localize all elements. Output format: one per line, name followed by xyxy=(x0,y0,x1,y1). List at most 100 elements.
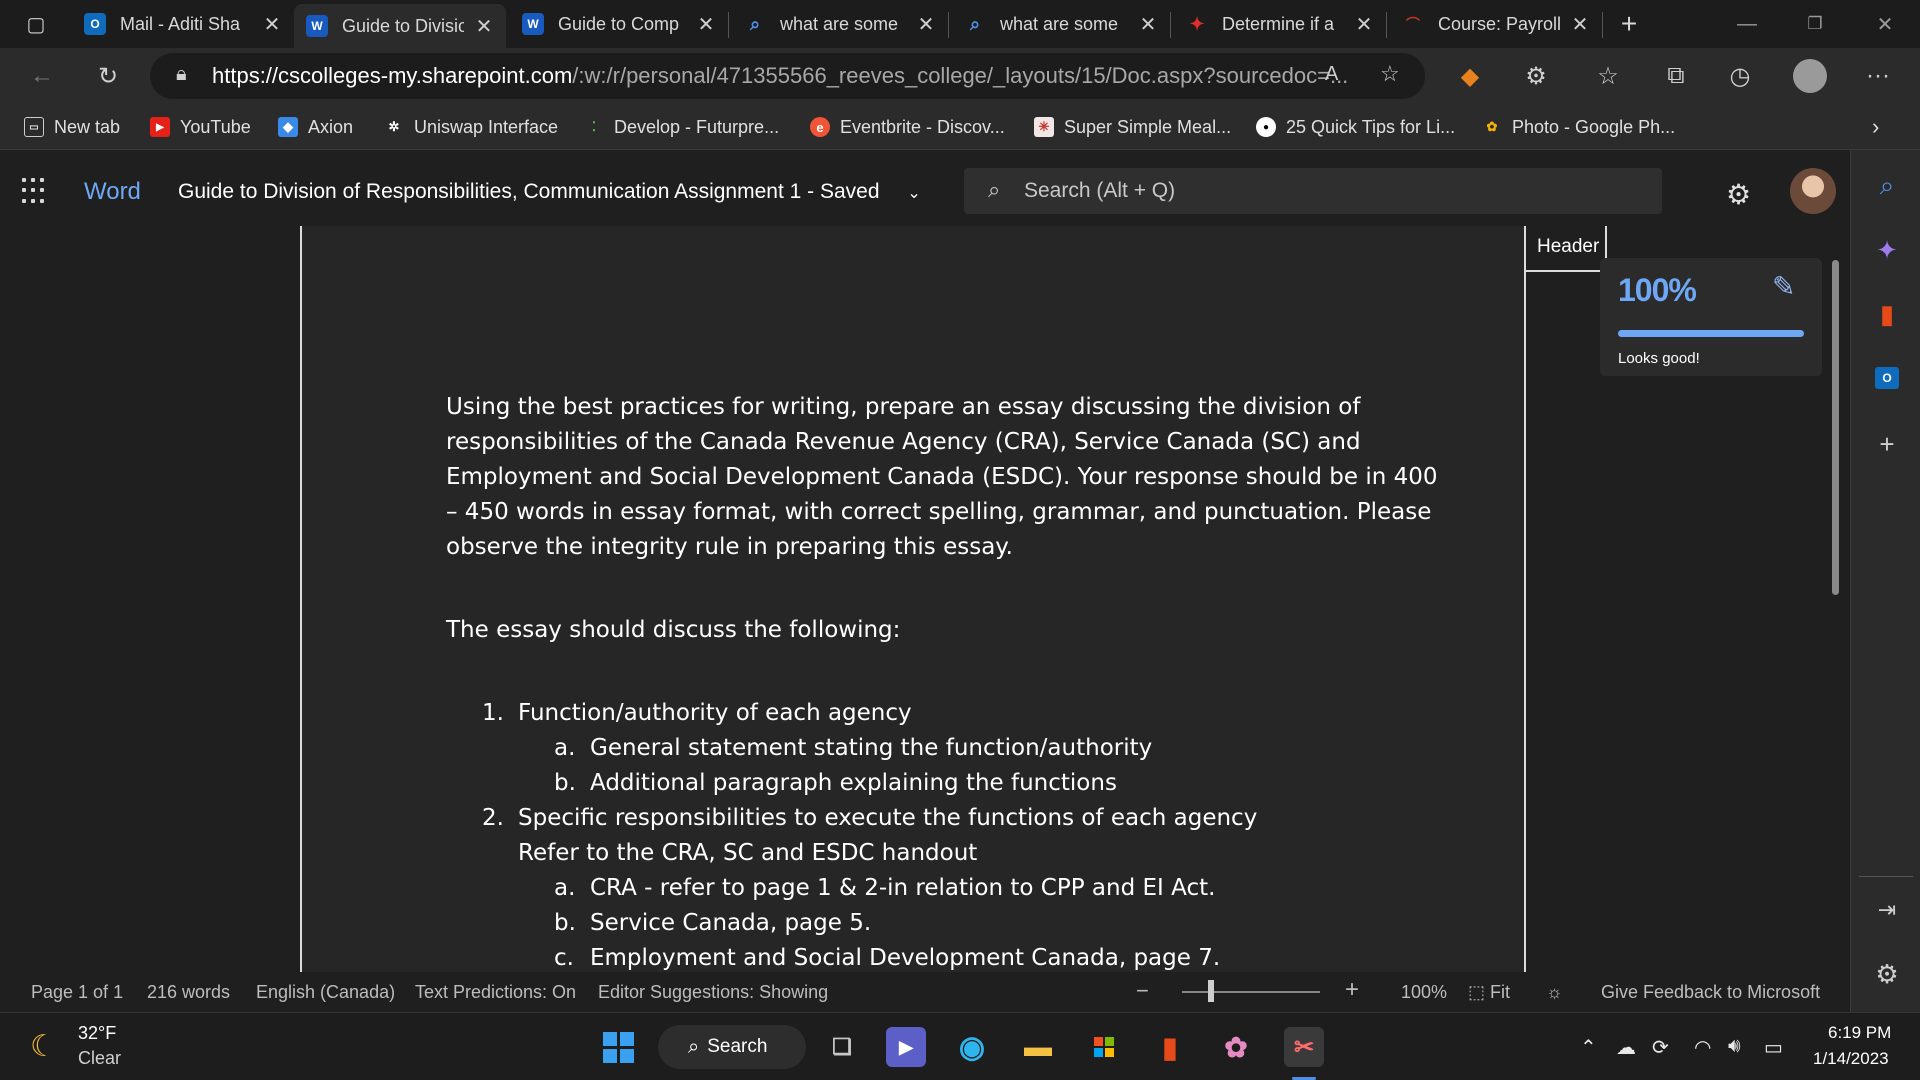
bookmark-axion[interactable]: ◆ Axion xyxy=(278,114,353,140)
close-icon[interactable]: ✕ xyxy=(696,12,716,37)
sidebar-collapse-icon[interactable]: ⇥ xyxy=(1871,894,1903,926)
browser-tab-strip: ▢ O Mail - Aditi Sha ✕ W Guide to Divisi… xyxy=(0,0,1920,48)
close-icon[interactable]: ✕ xyxy=(916,12,936,37)
page-count[interactable]: Page 1 of 1 xyxy=(31,982,123,1003)
avatar[interactable] xyxy=(1790,168,1836,214)
editor-score-card[interactable]: 100% ✎ Looks good! xyxy=(1600,258,1822,376)
back-icon[interactable]: ← xyxy=(22,58,62,94)
settings-gear-icon[interactable]: ⚙ xyxy=(1726,178,1751,211)
status-bar: Page 1 of 1 216 words English (Canada) T… xyxy=(0,972,1850,1012)
clock-date[interactable]: 1/14/2023 xyxy=(1813,1049,1889,1069)
new-tab-icon[interactable]: + xyxy=(1604,6,1654,42)
window-close-icon[interactable]: ✕ xyxy=(1860,6,1910,42)
add-favorite-icon[interactable]: ☆ xyxy=(1380,61,1400,87)
zoom-in-icon[interactable]: + xyxy=(1345,976,1359,1004)
read-aloud-icon[interactable]: A xyxy=(1325,63,1338,86)
zoom-slider-thumb[interactable] xyxy=(1208,980,1214,1002)
battery-icon[interactable]: ▭ xyxy=(1764,1035,1783,1060)
text-predictions[interactable]: Text Predictions: On xyxy=(415,982,576,1003)
close-icon[interactable]: ✕ xyxy=(1570,12,1590,37)
close-icon[interactable]: ✕ xyxy=(1138,12,1158,37)
moon-icon[interactable]: ☾ xyxy=(30,1029,57,1064)
more-icon[interactable]: ··· xyxy=(1858,58,1898,94)
fit-button[interactable]: ⬚ Fit xyxy=(1468,982,1510,1003)
extensions-icon[interactable]: ⚙ xyxy=(1516,58,1556,94)
zoom-out-icon[interactable]: − xyxy=(1136,978,1149,1004)
close-icon[interactable]: ✕ xyxy=(474,14,494,39)
store-icon[interactable] xyxy=(1084,1027,1124,1067)
edge-icon[interactable]: ◉ xyxy=(952,1027,992,1067)
refresh-icon[interactable]: ↻ xyxy=(88,58,128,94)
tab-determine[interactable]: ✦ Determine if a ✕ xyxy=(1174,6,1386,42)
list-item: 1. Function/authority of each agency xyxy=(482,700,912,726)
bookmark-develop[interactable]: ⁚ Develop - Futurpre... xyxy=(584,114,779,140)
bookmarks-more-icon[interactable]: › xyxy=(1872,114,1879,140)
tab-actions-icon[interactable]: ▢ xyxy=(16,6,56,42)
app-name[interactable]: Word xyxy=(84,178,141,206)
bookmark-youtube[interactable]: ▶ YouTube xyxy=(150,114,251,140)
minimize-icon[interactable]: — xyxy=(1722,6,1772,42)
theme-icon[interactable]: ☼ xyxy=(1546,982,1563,1003)
sidebar-add-icon[interactable]: + xyxy=(1871,428,1903,460)
sync-icon[interactable]: ⟳ xyxy=(1652,1035,1669,1060)
start-icon[interactable] xyxy=(598,1027,638,1067)
feedback-link[interactable]: Give Feedback to Microsoft xyxy=(1601,982,1820,1003)
snipping-tool-icon[interactable]: ✂ xyxy=(1284,1027,1324,1067)
close-icon[interactable]: ✕ xyxy=(1354,12,1374,37)
paint-icon[interactable]: ✿ xyxy=(1216,1027,1256,1067)
sidebar-settings-icon[interactable]: ⚙ xyxy=(1871,958,1903,990)
favorites-icon[interactable]: ☆ xyxy=(1588,58,1628,94)
history-icon[interactable]: ◷ xyxy=(1720,58,1760,94)
develop-icon: ⁚ xyxy=(591,119,597,134)
header-tag[interactable]: Header xyxy=(1525,226,1607,272)
tab-guide-comp[interactable]: W Guide to Comp ✕ xyxy=(510,6,728,42)
document-body[interactable]: Using the best practices for writing, pr… xyxy=(446,390,1446,976)
url-field[interactable]: 🔒︎ https://cscolleges-my.sharepoint.com /… xyxy=(150,53,1425,99)
bookmark-quick-tips[interactable]: ● 25 Quick Tips for Li... xyxy=(1256,114,1455,140)
sidebar-office-icon[interactable]: ▮ xyxy=(1871,298,1903,330)
bookmark-new-tab[interactable]: ▭ New tab xyxy=(24,114,120,140)
zoom-level[interactable]: 100% xyxy=(1401,982,1447,1003)
bookmark-meal[interactable]: ✳ Super Simple Meal... xyxy=(1034,114,1231,140)
tab-guide-division[interactable]: W Guide to Divisio ✕ xyxy=(294,4,506,48)
editor-suggestions[interactable]: Editor Suggestions: Showing xyxy=(598,982,828,1003)
clock-time[interactable]: 6:19 PM xyxy=(1828,1023,1891,1043)
profile-icon[interactable] xyxy=(1790,58,1830,94)
language[interactable]: English (Canada) xyxy=(256,982,395,1003)
teams-icon[interactable]: ▶ xyxy=(886,1027,926,1067)
bookmark-eventbrite[interactable]: e Eventbrite - Discov... xyxy=(810,114,1005,140)
volume-icon[interactable]: 🔊︎ xyxy=(1728,1035,1741,1058)
vertical-scrollbar[interactable] xyxy=(1832,260,1839,595)
sidebar-outlook-icon[interactable]: O xyxy=(1871,362,1903,394)
tab-course-payroll[interactable]: ⌒ Course: Payroll ✕ xyxy=(1390,6,1602,42)
file-explorer-icon[interactable]: ▬ xyxy=(1018,1027,1058,1067)
restore-icon[interactable]: ❐ xyxy=(1790,6,1840,42)
task-view-icon[interactable]: ❏ xyxy=(822,1027,862,1067)
word-count[interactable]: 216 words xyxy=(147,982,230,1003)
zoom-slider[interactable] xyxy=(1182,991,1320,993)
weather-temp[interactable]: 32°F xyxy=(78,1023,116,1044)
sidebar-divider xyxy=(1859,876,1913,877)
taskbar-search-button[interactable]: ⌕ Search xyxy=(658,1025,806,1069)
close-icon[interactable]: ✕ xyxy=(262,12,282,37)
weather-desc[interactable]: Clear xyxy=(78,1048,121,1069)
search-icon: ⌕ xyxy=(969,13,981,34)
tab-search-2[interactable]: ⌕ what are some ✕ xyxy=(952,6,1170,42)
tab-mail[interactable]: O Mail - Aditi Sha ✕ xyxy=(72,6,294,42)
metamask-icon[interactable]: ◆ xyxy=(1450,58,1490,94)
collections-icon[interactable]: ⧉ xyxy=(1656,58,1696,94)
tray-overflow-icon[interactable]: ⌃ xyxy=(1580,1035,1597,1060)
sidebar-search-icon[interactable]: ⌕ xyxy=(1871,170,1903,202)
office-icon[interactable]: ▮ xyxy=(1150,1027,1190,1067)
address-bar: ← ↻ 🔒︎ https://cscolleges-my.sharepoint.… xyxy=(0,48,1920,104)
tab-search-1[interactable]: ⌕ what are some ✕ xyxy=(732,6,948,42)
bookmark-google-photos[interactable]: ✿ Photo - Google Ph... xyxy=(1482,114,1676,140)
document-page[interactable]: Using the best practices for writing, pr… xyxy=(300,226,1526,972)
app-launcher-icon[interactable] xyxy=(22,178,48,204)
onedrive-icon[interactable]: ☁ xyxy=(1616,1035,1636,1060)
search-input[interactable]: ⌕ Search (Alt + Q) xyxy=(964,168,1662,214)
sidebar-discover-icon[interactable]: ✦ xyxy=(1871,234,1903,266)
wifi-icon[interactable]: ◠ xyxy=(1694,1035,1711,1060)
document-title[interactable]: Guide to Division of Responsibilities, C… xyxy=(178,180,921,204)
bookmark-uniswap[interactable]: ✲ Uniswap Interface xyxy=(384,114,559,140)
